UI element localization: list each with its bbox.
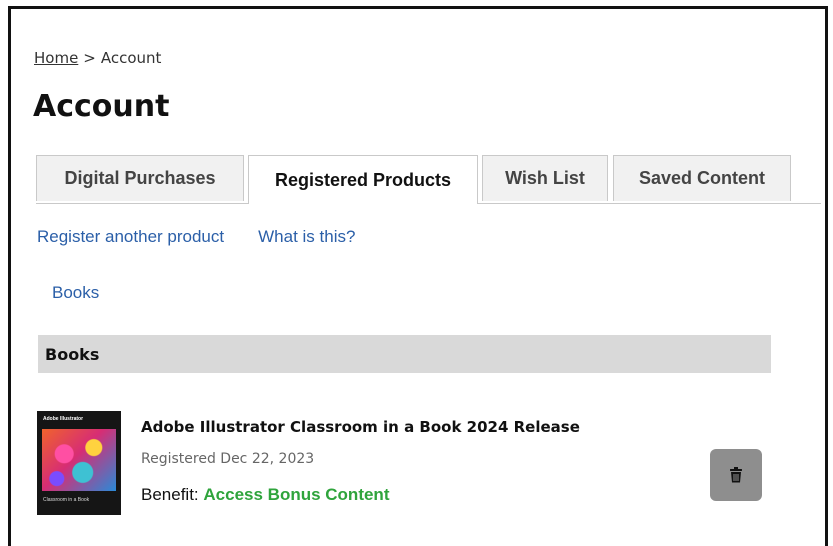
cover-brand: Adobe bbox=[43, 416, 59, 422]
breadcrumb-current: Account bbox=[100, 49, 162, 67]
cover-title: Adobe Illustrator bbox=[43, 416, 83, 422]
cover-subtitle: Classroom in a Book bbox=[43, 497, 90, 503]
product-title-link[interactable]: Adobe Illustrator Classroom in a Book 20… bbox=[141, 418, 580, 436]
access-bonus-content-link[interactable]: Access Bonus Content bbox=[203, 485, 389, 504]
breadcrumb-home-link[interactable]: Home bbox=[34, 49, 78, 67]
tab-wish-list[interactable]: Wish List bbox=[482, 155, 608, 201]
benefit-line: Benefit: Access Bonus Content bbox=[141, 485, 389, 505]
register-product-link[interactable]: Register another product bbox=[37, 227, 224, 246]
trash-icon bbox=[730, 467, 742, 483]
breadcrumb: Home > Account bbox=[34, 49, 161, 67]
benefit-prefix: Benefit: bbox=[141, 485, 199, 504]
breadcrumb-separator: > bbox=[83, 49, 96, 67]
what-is-this-link[interactable]: What is this? bbox=[258, 227, 355, 246]
product-item: Adobe Illustrator Classroom in a Book Ad… bbox=[37, 411, 797, 521]
cover-product: Illustrator bbox=[59, 416, 84, 422]
book-cover-image[interactable]: Adobe Illustrator Classroom in a Book bbox=[37, 411, 121, 515]
account-tabs: Digital Purchases Registered Products Wi… bbox=[36, 155, 821, 204]
tab-digital-purchases[interactable]: Digital Purchases bbox=[36, 155, 244, 201]
action-links: Register another product What is this? bbox=[37, 227, 355, 247]
tab-registered-products[interactable]: Registered Products bbox=[248, 155, 478, 204]
tab-label: Digital Purchases bbox=[64, 168, 216, 188]
delete-product-button[interactable] bbox=[710, 449, 762, 501]
tab-label: Registered Products bbox=[274, 169, 452, 190]
books-filter-link[interactable]: Books bbox=[52, 283, 99, 303]
tab-saved-content[interactable]: Saved Content bbox=[613, 155, 791, 201]
page-frame: Home > Account Account Digital Purchases R… bbox=[8, 6, 828, 546]
cover-artwork bbox=[42, 429, 116, 491]
tab-label: Wish List bbox=[505, 168, 585, 188]
tab-label: Saved Content bbox=[638, 168, 766, 188]
books-section-header: Books bbox=[38, 335, 771, 373]
section-title: Books bbox=[45, 344, 100, 364]
page-title: Account bbox=[33, 89, 170, 124]
registered-date: Registered Dec 22, 2023 bbox=[141, 451, 315, 467]
